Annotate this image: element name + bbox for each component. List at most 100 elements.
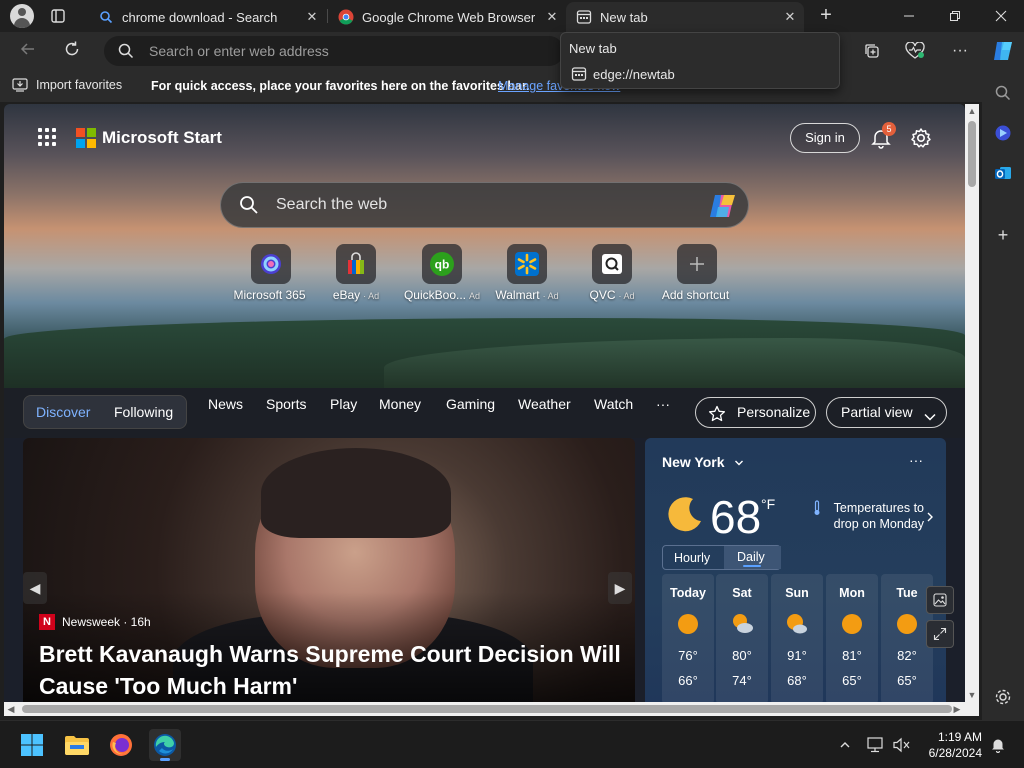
tab-actions-icon[interactable] <box>50 8 66 24</box>
partial-view-dropdown[interactable]: Partial view <box>826 397 947 428</box>
close-tab-icon[interactable]: ✕ <box>304 9 320 25</box>
close-tab-icon[interactable]: ✕ <box>782 9 798 25</box>
nav-news[interactable]: News <box>208 396 243 412</box>
shortcut-add[interactable]: Add shortcut <box>654 244 740 302</box>
volume-muted-icon[interactable] <box>892 735 912 755</box>
nav-watch[interactable]: Watch <box>594 396 633 412</box>
horizontal-scroll-thumb[interactable] <box>22 705 952 713</box>
network-monitor-icon[interactable] <box>866 735 886 755</box>
browser-essentials-icon[interactable] <box>905 41 925 61</box>
file-explorer-icon[interactable] <box>61 729 93 761</box>
forecast-day[interactable]: Sat 80° 74° <box>716 574 768 702</box>
tab-new-tab[interactable]: New tab ✕ <box>566 2 804 32</box>
address-bar[interactable]: Search or enter web address <box>104 36 564 66</box>
crescent-moon-icon <box>663 493 705 535</box>
vertical-scroll-thumb[interactable] <box>968 121 976 187</box>
tab-title: chrome download - Search <box>122 9 278 25</box>
temperature-unit[interactable]: °F <box>761 496 775 512</box>
news-photo <box>261 448 451 538</box>
settings-more-icon[interactable]: ··· <box>950 41 970 61</box>
import-favorites-button[interactable]: Import favorites <box>12 78 122 92</box>
firefox-icon[interactable] <box>105 729 137 761</box>
sidebar-settings-icon[interactable] <box>992 686 1014 708</box>
nav-money[interactable]: Money <box>379 396 421 412</box>
preview-url: edge://newtab <box>593 67 675 82</box>
scroll-left-arrow-icon[interactable]: ◀ <box>4 702 18 716</box>
weather-more-options-icon[interactable]: ··· <box>909 452 923 468</box>
personalize-star-icon <box>708 404 726 433</box>
vertical-scrollbar[interactable]: ▲ ▼ <box>965 104 979 702</box>
search-icon <box>239 195 259 215</box>
chevron-right-icon[interactable] <box>926 510 934 528</box>
ebay-bag-icon <box>336 244 376 284</box>
personalize-button[interactable]: Personalize <box>695 397 816 428</box>
notifications-bell-icon[interactable] <box>988 735 1008 755</box>
forecast-day[interactable]: Sun 91° 68° <box>771 574 823 702</box>
tab-discover[interactable]: Discover <box>36 404 90 420</box>
tab-google-chrome-web-browser[interactable]: Google Chrome Web Browser ✕ <box>328 2 566 32</box>
edge-browser-window: chrome download - Search ✕ Google Chrome… <box>0 0 1024 768</box>
carousel-prev-icon[interactable]: ◀ <box>23 572 47 604</box>
tab-hourly[interactable]: Hourly <box>674 551 710 565</box>
windows-start-icon[interactable] <box>16 729 48 761</box>
back-arrow-icon[interactable] <box>17 40 39 62</box>
close-window-button[interactable] <box>978 0 1024 32</box>
top-news-card[interactable]: ◀ ▶ N Newsweek · 16h Brett Kavanaugh War… <box>23 438 635 702</box>
news-headline[interactable]: Brett Kavanaugh Warns Supreme Court Deci… <box>39 638 629 702</box>
weather-forecast-note[interactable]: Temperatures to drop on Monday <box>808 500 924 532</box>
shortcut-walmart[interactable]: Walmart · Ad <box>484 244 570 302</box>
web-search-box[interactable]: Search the web <box>220 182 749 228</box>
sidebar-search-icon[interactable] <box>992 82 1014 104</box>
nav-sports[interactable]: Sports <box>266 396 306 412</box>
import-icon <box>12 78 28 92</box>
collections-icon[interactable] <box>862 41 882 61</box>
shortcut-ebay[interactable]: eBay · Ad <box>313 244 399 302</box>
edge-sidebar: + <box>982 70 1024 720</box>
new-tab-button[interactable]: + <box>814 5 838 26</box>
newsweek-logo-icon: N <box>39 614 55 630</box>
system-clock[interactable]: 1:19 AM 6/28/2024 <box>918 729 982 761</box>
add-sidebar-app-icon[interactable]: + <box>992 224 1014 246</box>
edge-icon[interactable] <box>149 729 181 761</box>
scroll-up-arrow-icon[interactable]: ▲ <box>965 104 979 118</box>
copilot-icon[interactable] <box>991 39 1015 63</box>
horizontal-scrollbar[interactable]: ◀ ▶ <box>4 702 979 716</box>
copilot-sidebar-icon[interactable] <box>992 122 1014 144</box>
nav-gaming[interactable]: Gaming <box>446 396 495 412</box>
shortcut-qvc[interactable]: QVC · Ad <box>569 244 655 302</box>
forecast-day[interactable]: Mon 81° 65° <box>826 574 878 702</box>
chevron-down-icon <box>734 455 744 471</box>
show-hidden-icons-chevron-icon[interactable] <box>835 735 855 755</box>
notification-badge: 5 <box>882 122 896 136</box>
carousel-next-icon[interactable]: ▶ <box>608 572 632 604</box>
shortcut-microsoft-365[interactable]: Microsoft 365 <box>228 244 314 302</box>
scroll-down-arrow-icon[interactable]: ▼ <box>965 688 979 702</box>
page-settings-gear-icon[interactable] <box>910 127 932 149</box>
nav-more[interactable]: ··· <box>656 396 670 412</box>
forecast-mode-toggle: Hourly Daily <box>662 545 781 570</box>
background-image-icon[interactable] <box>926 586 954 614</box>
sign-in-button[interactable]: Sign in <box>790 123 860 153</box>
minimize-button[interactable] <box>886 0 932 32</box>
forecast-day[interactable]: Today 76° 66° <box>662 574 714 702</box>
restore-button[interactable] <box>932 0 978 32</box>
outlook-icon[interactable] <box>992 162 1014 184</box>
walmart-spark-icon <box>507 244 547 284</box>
app-launcher-icon[interactable] <box>38 128 56 146</box>
new-tab-page-icon <box>571 66 587 82</box>
shortcut-quickbooks[interactable]: qb QuickBoo... Ad <box>399 244 485 302</box>
nav-weather[interactable]: Weather <box>518 396 571 412</box>
weather-city[interactable]: New York <box>662 454 744 471</box>
nav-play[interactable]: Play <box>330 396 357 412</box>
expand-icon[interactable] <box>926 620 954 648</box>
tab-chrome-download-search[interactable]: chrome download - Search ✕ <box>88 2 326 32</box>
favorites-hint: For quick access, place your favorites h… <box>151 79 530 93</box>
tab-following[interactable]: Following <box>114 404 173 420</box>
new-tab-page-icon <box>576 9 592 25</box>
copilot-search-icon[interactable] <box>708 193 736 219</box>
refresh-icon[interactable] <box>61 40 83 62</box>
tab-daily[interactable]: Daily <box>724 546 781 569</box>
profile-avatar[interactable] <box>10 4 34 28</box>
scroll-right-arrow-icon[interactable]: ▶ <box>950 702 964 716</box>
close-tab-icon[interactable]: ✕ <box>544 9 560 25</box>
